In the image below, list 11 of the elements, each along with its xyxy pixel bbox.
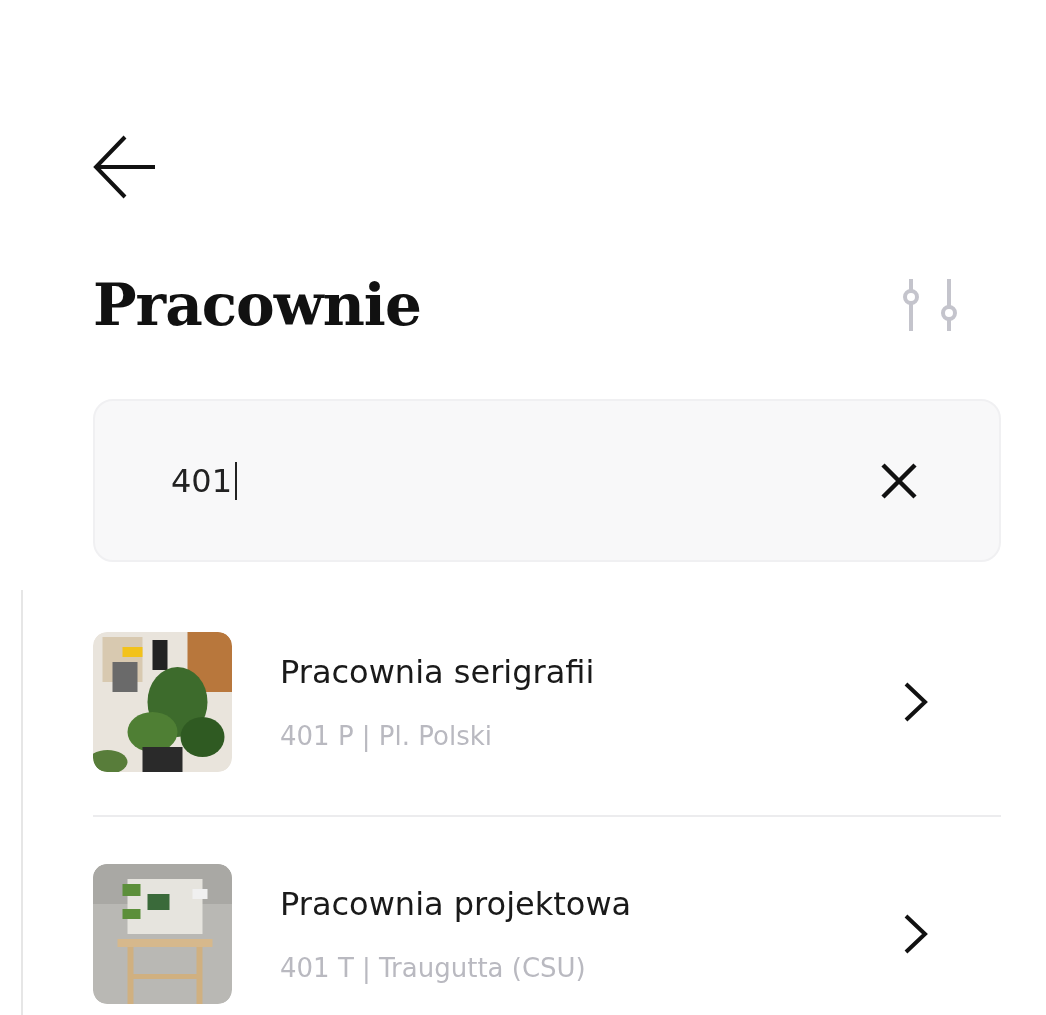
item-subtitle: 401 P | Pl. Polski: [280, 721, 493, 751]
item-title: Pracownia projektowa: [280, 885, 633, 923]
clear-icon[interactable]: [879, 460, 919, 501]
item-title: Pracownia serigrafii: [280, 653, 596, 691]
chevron-right-icon: [903, 913, 929, 955]
page-title: Pracownie: [93, 271, 421, 339]
search-field[interactable]: 401: [93, 399, 1001, 562]
list-item[interactable]: Pracownia serigrafii 401 P | Pl. Polski: [93, 632, 1001, 772]
item-subtitle: 401 T | Traugutta (CSU): [280, 953, 587, 983]
list-item[interactable]: Pracownia projektowa 401 T | Traugutta (CSU): [93, 864, 1001, 1004]
chevron-right-icon: [903, 681, 929, 723]
